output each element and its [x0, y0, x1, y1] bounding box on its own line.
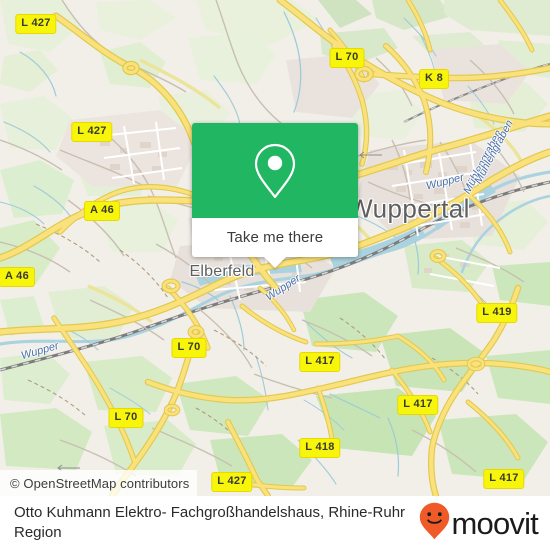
footer-bar: Otto Kuhmann Elektro- Fachgroßhandelshau…	[0, 496, 550, 550]
moovit-pin-smiley-icon	[419, 502, 450, 545]
place-label-city: Wuppertal	[348, 193, 470, 224]
popup-cta-panel[interactable]: Take me there	[192, 218, 358, 268]
moovit-map-screenshot: L 427 L 427 L 427 L 70 K 8 A 46 A 46 L 70 L 70 L …	[0, 0, 550, 550]
road-shield: A 46	[0, 267, 36, 287]
road-shield: L 417	[397, 395, 439, 415]
road-shield: L 70	[171, 338, 207, 358]
popup-pointer-tail	[264, 257, 286, 268]
road-shield: L 419	[476, 303, 518, 323]
road-shield: L 417	[299, 352, 341, 372]
road-shield: L 70	[329, 48, 365, 68]
place-title: Otto Kuhmann Elektro- Fachgroßhandelshau…	[14, 503, 406, 541]
road-shield: A 46	[83, 201, 121, 221]
take-me-there-label: Take me there	[226, 229, 324, 246]
map-attribution[interactable]: © OpenStreetMap contributors	[0, 470, 198, 496]
place-label-suburb: Elberfeld	[189, 263, 255, 280]
road-shield: L 427	[211, 472, 253, 492]
road-shield: K 8	[418, 69, 450, 89]
attribution-text: © OpenStreetMap contributors	[10, 475, 190, 491]
destination-popup-card[interactable]: Take me there	[192, 123, 358, 268]
road-shield: L 418	[299, 438, 341, 458]
road-shield: L 417	[483, 469, 525, 489]
location-pin-icon	[252, 142, 298, 200]
road-shield: L 70	[108, 408, 144, 428]
road-shield: L 427	[71, 122, 113, 142]
moovit-wordmark: moovit	[451, 505, 538, 541]
road-shield: L 427	[15, 14, 57, 34]
popup-pin-panel	[192, 123, 358, 218]
moovit-brand[interactable]: moovit	[419, 502, 539, 545]
